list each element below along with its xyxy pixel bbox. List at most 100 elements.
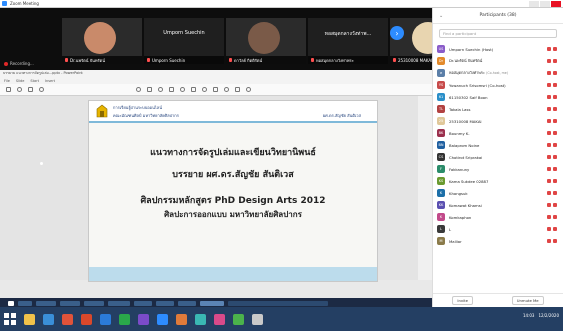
recording-indicator[interactable]: Recording... (4, 61, 34, 66)
review-icon[interactable] (235, 87, 240, 92)
mic-muted-icon (393, 58, 396, 62)
text-icon[interactable] (147, 87, 152, 92)
excel-icon[interactable] (119, 313, 130, 325)
video-off-icon (553, 59, 557, 63)
slide-scrollbar[interactable] (418, 96, 432, 280)
participant-status (547, 83, 557, 87)
current-slide[interactable]: การเรียนรู้ผ่านระบบออนไลน์ คณะมัณฑนศิลป์… (88, 100, 378, 282)
participant-row[interactable]: KS Kama Sukdee 02887 (437, 175, 559, 187)
participant-row[interactable]: KK Komawat Khamsi (437, 199, 559, 211)
edge-icon[interactable] (43, 313, 54, 325)
arrange-icon[interactable] (191, 87, 196, 92)
ppt-tab[interactable]: Slide (16, 79, 25, 83)
slideshow-icon[interactable] (246, 87, 251, 92)
app-icon[interactable] (252, 313, 263, 325)
slide-header-right: ผศ.ดร.สัญชัย สันติเวส (322, 113, 361, 118)
panel-header: ⌄ Participants (38) (433, 8, 563, 24)
app-icon[interactable] (195, 313, 206, 325)
participant-row[interactable]: K Komkaphon (437, 211, 559, 223)
video-tile[interactable]: Umporn Suechin Umporn Suechin (144, 18, 224, 64)
mic-muted-icon (547, 179, 551, 183)
effects-icon[interactable] (202, 87, 207, 92)
participant-row[interactable]: ห หอสมุดกลางวังท่าพระ (Co-host, me) (437, 67, 559, 79)
slide-header-line2: คณะมัณฑนศิลป์ มหาวิทยาลัยศิลปากร (113, 113, 179, 118)
participant-status (547, 203, 557, 207)
next-videos-arrow-icon[interactable]: › (390, 26, 404, 40)
avatar: BN (437, 141, 445, 149)
taskbar-app (60, 300, 80, 306)
minimize-button[interactable] (529, 1, 539, 7)
chrome-icon[interactable] (62, 313, 73, 325)
avatar: YS (437, 81, 445, 89)
video-tile[interactable]: หอสมุดกลางวังท่าพ... หอสมุดกลางวังท่าพระ (308, 18, 388, 64)
title-bar: Zoom Meeting (0, 0, 563, 8)
taskbar-app (36, 300, 56, 306)
video-tile[interactable]: Dr.นพรัตน์ จันทรัตน์ (62, 18, 142, 64)
undo-icon[interactable] (17, 87, 22, 92)
participant-row[interactable]: US Umporn Suechin (Host) (437, 43, 559, 55)
video-off-icon (553, 119, 557, 123)
layout-icon[interactable] (213, 87, 218, 92)
video-off-icon (553, 143, 557, 147)
participant-row[interactable]: K Khongsuk (437, 187, 559, 199)
participant-name: Chotirot Sriprakai (449, 155, 523, 160)
pointer-icon[interactable] (158, 87, 163, 92)
video-off-icon (553, 203, 557, 207)
participant-row[interactable]: YS Yuwanuch Srisomsri (Co-host) (437, 79, 559, 91)
video-off-icon (553, 71, 557, 75)
video-tile[interactable]: ดาวัลย์ กิตติรัตน์ (226, 18, 306, 64)
participant-search-input[interactable]: Find a participant (439, 29, 557, 38)
shape-icon[interactable] (169, 87, 174, 92)
chevron-down-icon[interactable]: ⌄ (439, 13, 443, 19)
participant-name: Khongsuk (449, 191, 523, 196)
app-icon[interactable] (176, 313, 187, 325)
participant-name-text: Balaprom Noine (449, 142, 480, 148)
participant-row[interactable]: CS Chotirot Sriprakai (437, 151, 559, 163)
app-icon[interactable] (233, 313, 244, 325)
mic-muted-icon (547, 107, 551, 111)
save-icon[interactable] (6, 87, 11, 92)
close-button[interactable] (551, 1, 561, 7)
tile-name-bar: ดาวัลย์ กิตติรัตน์ (226, 56, 306, 64)
participant-row[interactable]: 25 25310008 MAKAI (437, 115, 559, 127)
zoom-icon[interactable] (39, 87, 44, 92)
participant-row[interactable]: BK Bounmy K. (437, 127, 559, 139)
ppt-tab[interactable]: Start (30, 79, 39, 83)
avatar: M (437, 237, 445, 245)
zoom-screen: Zoom Meeting Dr.นพรัตน์ จันทรัตน์ Umporn… (0, 0, 563, 331)
participant-row[interactable]: M Malliar (437, 235, 559, 247)
invite-button[interactable]: Invite (452, 296, 473, 305)
maximize-button[interactable] (540, 1, 550, 7)
ppt-tab[interactable]: Insert (45, 79, 55, 83)
participant-row[interactable]: 61 61150302 Saif Boon (437, 91, 559, 103)
print-icon[interactable] (28, 87, 33, 92)
draw-icon[interactable] (136, 87, 141, 92)
teams-icon[interactable] (138, 313, 149, 325)
participant-status (547, 191, 557, 195)
participant-name-text: Dr.นพรัตน์ จันทรัตน์ (449, 58, 483, 63)
word-icon[interactable] (100, 313, 111, 325)
participant-row[interactable]: TL Takala Lass (437, 103, 559, 115)
mic-muted-icon (311, 58, 314, 62)
app-icon[interactable] (214, 313, 225, 325)
participant-status (547, 107, 557, 111)
participant-row[interactable]: BN Balaprom Noine (437, 139, 559, 151)
slide-editor: การเรียนรู้ผ่านระบบออนไลน์ คณะมัณฑนศิลป์… (0, 96, 432, 282)
ppt-tab[interactable]: File (4, 79, 10, 83)
video-off-icon (553, 179, 557, 183)
powerpoint-icon[interactable] (81, 313, 92, 325)
participant-row[interactable]: F Fakkanuny (437, 163, 559, 175)
participant-name-text: 25310008 MAKAI (449, 118, 482, 124)
animation-icon[interactable] (224, 87, 229, 92)
color-icon[interactable] (180, 87, 185, 92)
windows-start-icon[interactable] (4, 313, 16, 325)
participant-status (547, 215, 557, 219)
participant-row[interactable]: Dr Dr.นพรัตน์ จันทรัตน์ (437, 55, 559, 67)
zoom-icon[interactable] (157, 313, 168, 325)
participant-name-text: 61150302 Saif Boon (449, 94, 488, 100)
mic-muted-icon (547, 191, 551, 195)
participant-row[interactable]: LL (437, 223, 559, 235)
unmute-me-button[interactable]: Unmute Me (511, 296, 544, 305)
video-off-icon (553, 47, 557, 51)
file-explorer-icon[interactable] (24, 313, 35, 325)
